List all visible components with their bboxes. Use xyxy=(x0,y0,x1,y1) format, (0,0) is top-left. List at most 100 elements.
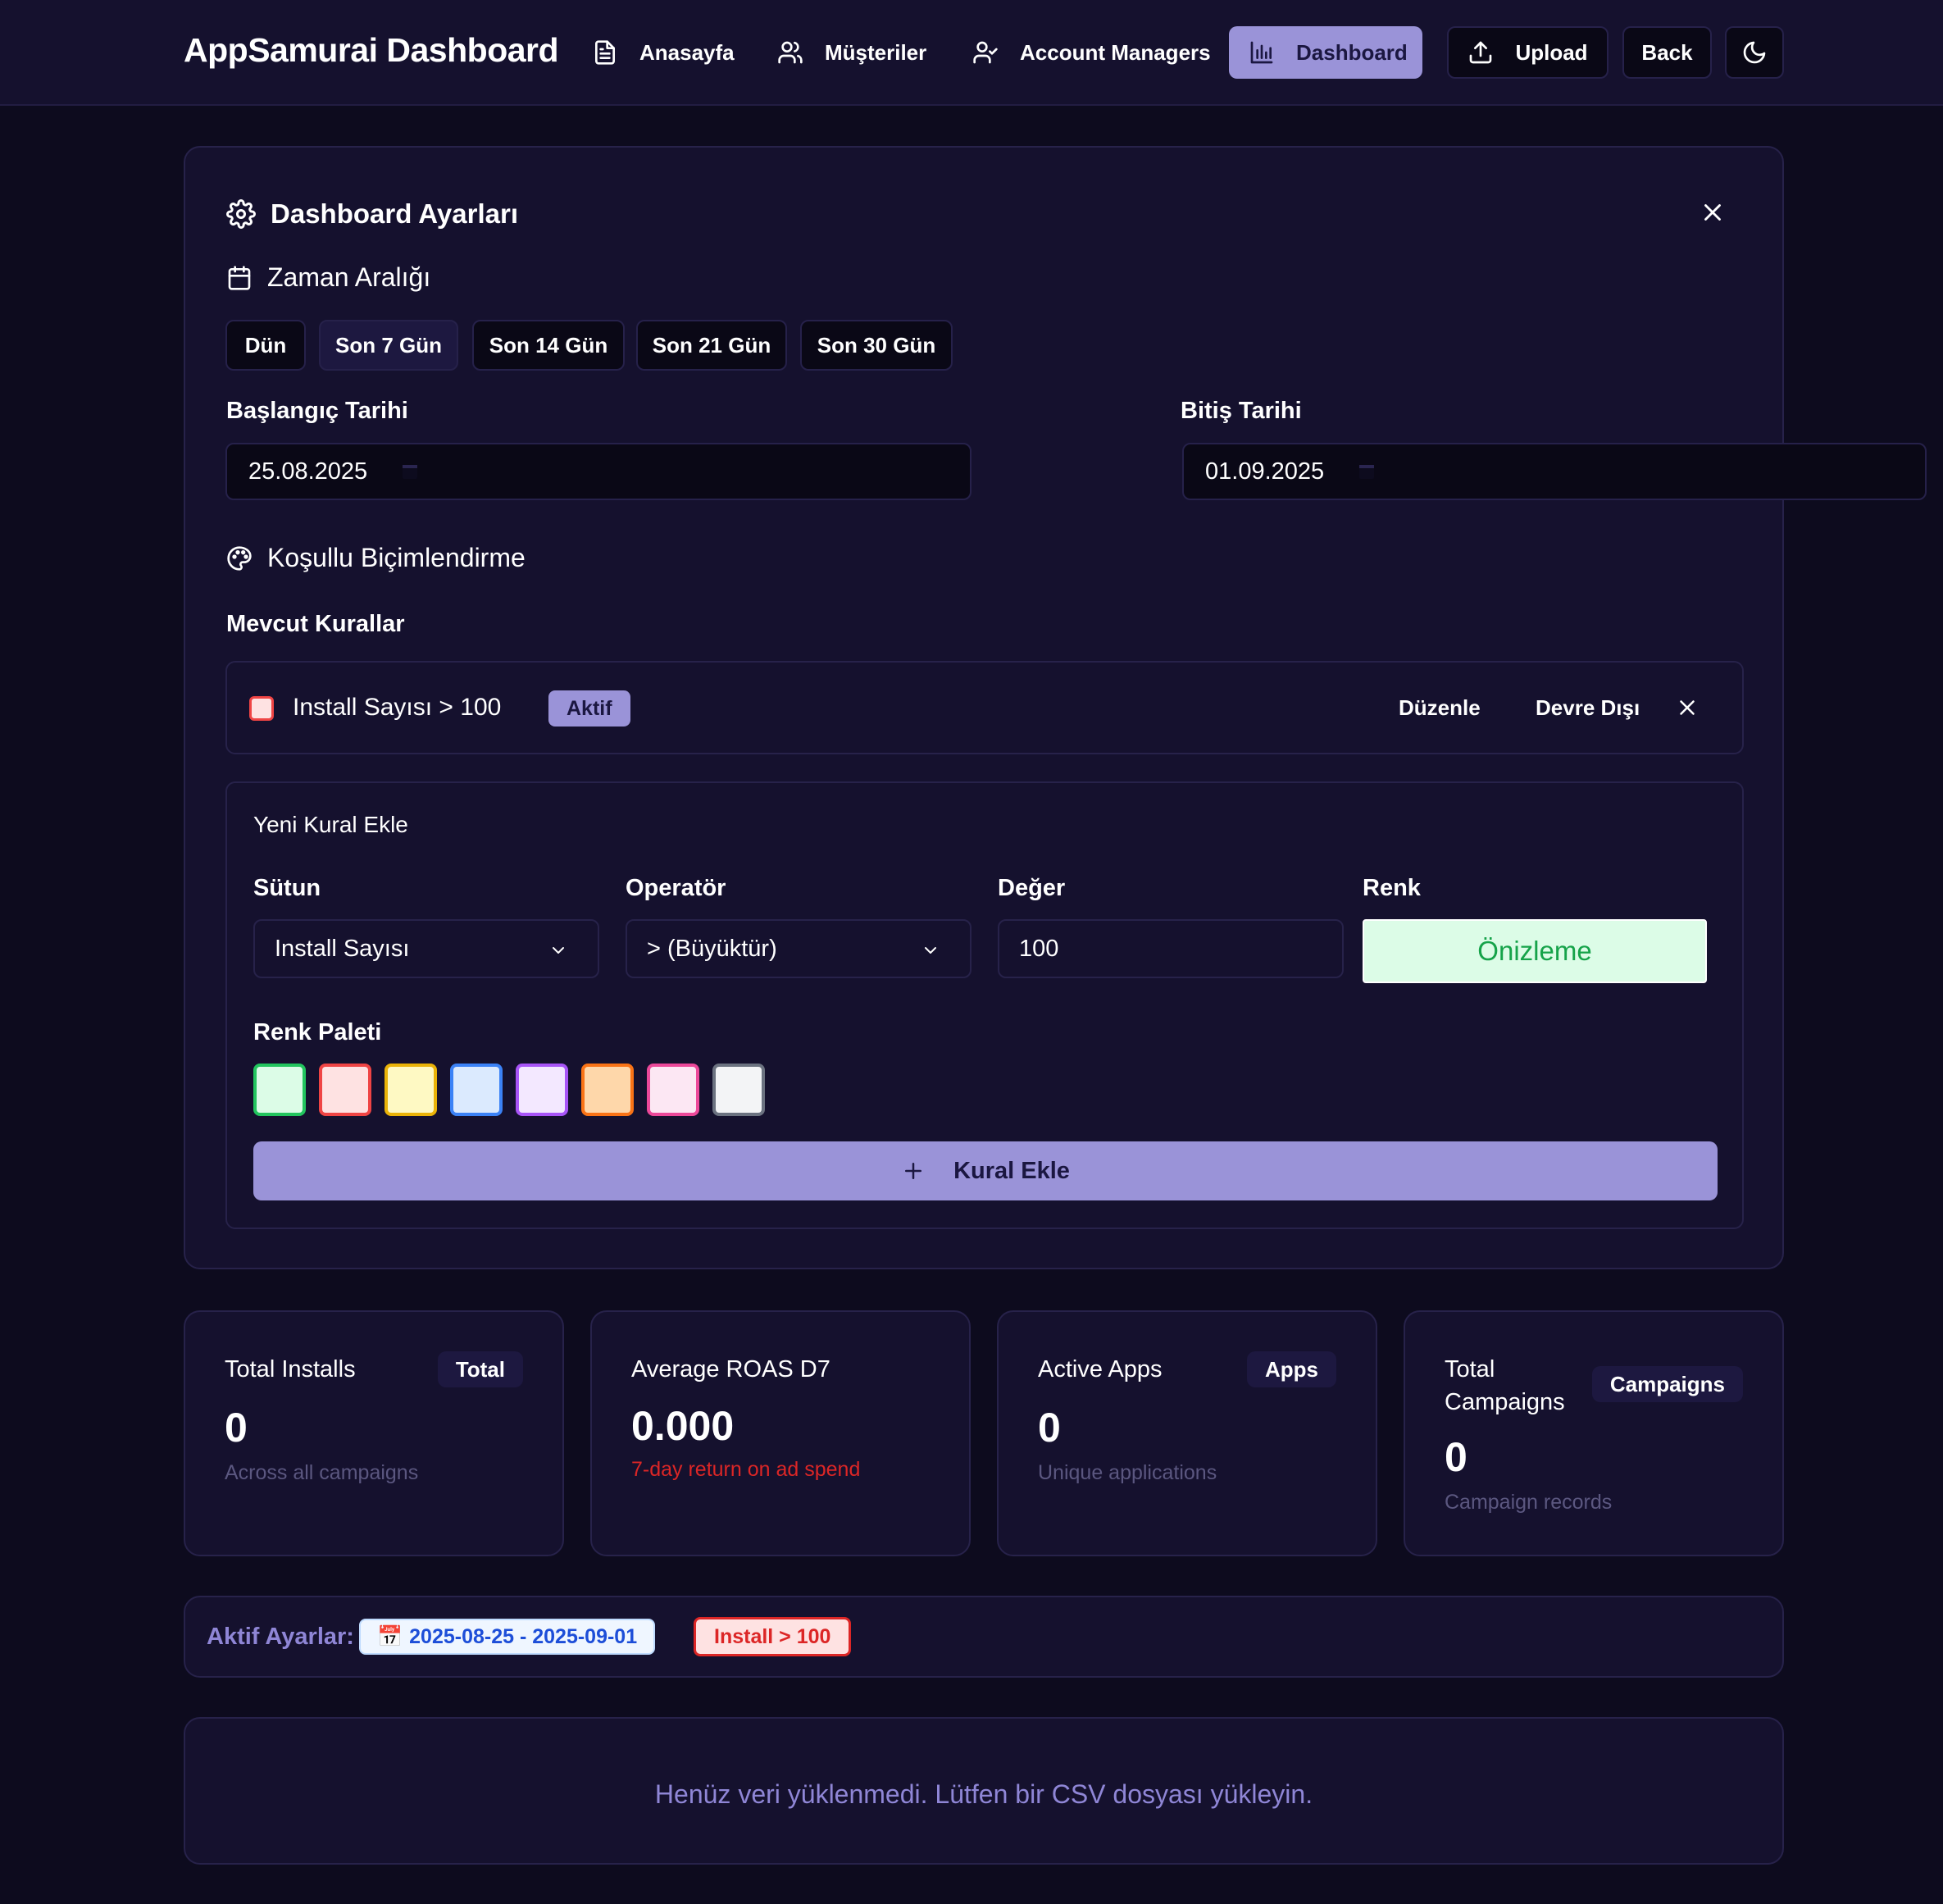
theme-toggle-button[interactable] xyxy=(1725,26,1784,79)
new-rule-title: Yeni Kural Ekle xyxy=(253,812,408,837)
moon-icon xyxy=(1741,39,1768,66)
user-check-icon xyxy=(972,39,999,66)
nav-link-dashboard[interactable]: Dashboard xyxy=(1229,26,1422,79)
stat-value: 0 xyxy=(1445,1434,1467,1480)
empty-state-message: Henüz veri yüklenmedi. Lütfen bir CSV do… xyxy=(654,1779,1313,1809)
value-label: Değer xyxy=(998,875,1066,901)
conditional-formatting-title: Koşullu Biçimlendirme xyxy=(267,543,526,572)
stat-badge: Campaigns xyxy=(1591,1366,1743,1402)
color-swatch-purple[interactable] xyxy=(516,1064,568,1116)
stat-card-active-apps: Active Apps Apps 0 Unique applications xyxy=(997,1310,1377,1556)
column-select[interactable]: Install Sayısı xyxy=(253,919,599,978)
stat-subtitle: Unique applications xyxy=(1038,1461,1217,1484)
nav-link-label: Account Managers xyxy=(1020,39,1211,65)
stat-title: Average ROAS D7 xyxy=(631,1356,830,1382)
dashboard-settings-panel: Dashboard Ayarları Zaman Aralığı Dün Son… xyxy=(184,146,1927,1269)
column-select-value: Install Sayısı xyxy=(275,935,410,962)
end-date-label: Bitiş Tarihi xyxy=(1181,398,1302,424)
stat-badge: Apps xyxy=(1247,1351,1336,1387)
color-swatch-yellow[interactable] xyxy=(385,1064,437,1116)
rule-color-indicator[interactable] xyxy=(249,696,274,721)
brand-title: AppSamurai Dashboard xyxy=(184,31,559,69)
existing-rules-label: Mevcut Kurallar xyxy=(226,611,405,637)
range-preset-son-14-gun[interactable]: Son 14 Gün xyxy=(472,320,625,371)
calendar-icon xyxy=(226,265,253,291)
palette-label: Renk Paleti xyxy=(253,1019,382,1045)
chevron-down-icon xyxy=(921,941,940,960)
color-swatch-green[interactable] xyxy=(253,1064,306,1116)
active-settings-bar: Aktif Ayarlar: 📅 2025-08-25 - 2025-09-01… xyxy=(184,1596,1784,1678)
stat-subtitle: 7-day return on ad spend xyxy=(631,1458,861,1481)
range-preset-son-30-gun[interactable]: Son 30 Gün xyxy=(800,320,953,371)
settings-header: Dashboard Ayarları xyxy=(226,198,518,230)
edit-rule-button[interactable]: Düzenle xyxy=(1399,695,1481,721)
stat-title: Total Installs xyxy=(225,1356,356,1382)
value-input[interactable]: 100 xyxy=(998,919,1344,978)
color-swatch-red[interactable] xyxy=(319,1064,371,1116)
status-badge: Aktif xyxy=(548,690,630,727)
new-rule-panel: Yeni Kural Ekle Sütun Install Sayısı Ope… xyxy=(225,781,1744,1229)
nav-link-musteriler[interactable]: Müşteriler xyxy=(777,26,926,79)
close-settings-icon[interactable] xyxy=(1699,198,1727,226)
back-label: Back xyxy=(1641,39,1693,65)
top-navbar: AppSamurai Dashboard Anasayfa Müşteriler… xyxy=(0,0,1943,106)
color-label: Renk xyxy=(1363,875,1421,901)
delete-rule-icon[interactable] xyxy=(1675,695,1700,720)
end-date-value: 01.09.2025 xyxy=(1205,458,1325,485)
palette-icon xyxy=(226,545,253,572)
upload-button[interactable]: Upload xyxy=(1447,26,1609,79)
active-rule-chip: Install > 100 xyxy=(694,1617,852,1656)
chevron-down-icon xyxy=(548,941,568,960)
settings-title: Dashboard Ayarları xyxy=(271,198,518,229)
nav-link-label: Anasayfa xyxy=(639,39,735,65)
stat-title: Active Apps xyxy=(1038,1356,1163,1382)
gear-icon xyxy=(226,199,256,229)
rule-text: Install Sayısı > 100 xyxy=(293,694,502,721)
add-rule-label: Kural Ekle xyxy=(953,1157,1070,1184)
color-swatch-orange[interactable] xyxy=(581,1064,634,1116)
upload-icon xyxy=(1467,39,1494,66)
range-preset-son-21-gun[interactable]: Son 21 Gün xyxy=(636,320,787,371)
start-date-input[interactable]: 25.08.2025 xyxy=(225,443,972,500)
conditional-formatting-header: Koşullu Biçimlendirme xyxy=(226,543,526,573)
nav-link-anasayfa[interactable]: Anasayfa xyxy=(592,26,735,79)
plus-icon xyxy=(901,1159,926,1183)
stat-badge: Total xyxy=(437,1351,523,1387)
rule-item: Install Sayısı > 100 Aktif Düzenle Devre… xyxy=(225,661,1744,754)
stat-value: 0.000 xyxy=(631,1403,735,1449)
nav-link-label: Müşteriler xyxy=(825,39,927,65)
stat-subtitle: Across all campaigns xyxy=(225,1461,419,1484)
time-range-title: Zaman Aralığı xyxy=(267,262,431,292)
operator-label: Operatör xyxy=(626,875,726,901)
operator-select-value: > (Büyüktür) xyxy=(647,935,777,962)
stat-card-average-roas: Average ROAS D7 0.000 7-day return on ad… xyxy=(590,1310,971,1556)
file-text-icon xyxy=(592,39,618,66)
column-label: Sütun xyxy=(253,875,321,901)
range-preset-son-7-gun[interactable]: Son 7 Gün xyxy=(319,320,458,371)
back-button[interactable]: Back xyxy=(1622,26,1712,79)
calendar-picker-icon[interactable] xyxy=(400,462,420,481)
calendar-picker-icon[interactable] xyxy=(1357,462,1376,481)
operator-select[interactable]: > (Büyüktür) xyxy=(626,919,972,978)
stat-card-total-installs: Total Installs Total 0 Across all campai… xyxy=(184,1310,564,1556)
stat-title: Total Campaigns xyxy=(1445,1356,1565,1415)
nav-link-label: Dashboard xyxy=(1296,39,1408,65)
users-icon xyxy=(777,39,803,66)
color-swatch-blue[interactable] xyxy=(450,1064,503,1116)
color-swatch-pink[interactable] xyxy=(647,1064,699,1116)
upload-label: Upload xyxy=(1515,39,1588,65)
stat-value: 0 xyxy=(1038,1405,1061,1451)
calendar-emoji-icon: 📅 xyxy=(377,1624,403,1648)
start-date-label: Başlangıç Tarihi xyxy=(226,398,408,424)
range-preset-dun[interactable]: Dün xyxy=(225,320,306,371)
start-date-value: 25.08.2025 xyxy=(248,458,368,485)
empty-state-card: Henüz veri yüklenmedi. Lütfen bir CSV do… xyxy=(184,1717,1784,1865)
add-rule-button[interactable]: Kural Ekle xyxy=(253,1141,1718,1200)
bar-chart-icon xyxy=(1249,39,1275,66)
nav-link-account-managers[interactable]: Account Managers xyxy=(972,26,1211,79)
disable-rule-button[interactable]: Devre Dışı xyxy=(1536,695,1640,721)
color-swatch-gray[interactable] xyxy=(712,1064,765,1116)
color-preview: Önizleme xyxy=(1363,919,1707,983)
value-input-value: 100 xyxy=(1019,935,1059,962)
end-date-input[interactable]: 01.09.2025 xyxy=(1182,443,1927,500)
